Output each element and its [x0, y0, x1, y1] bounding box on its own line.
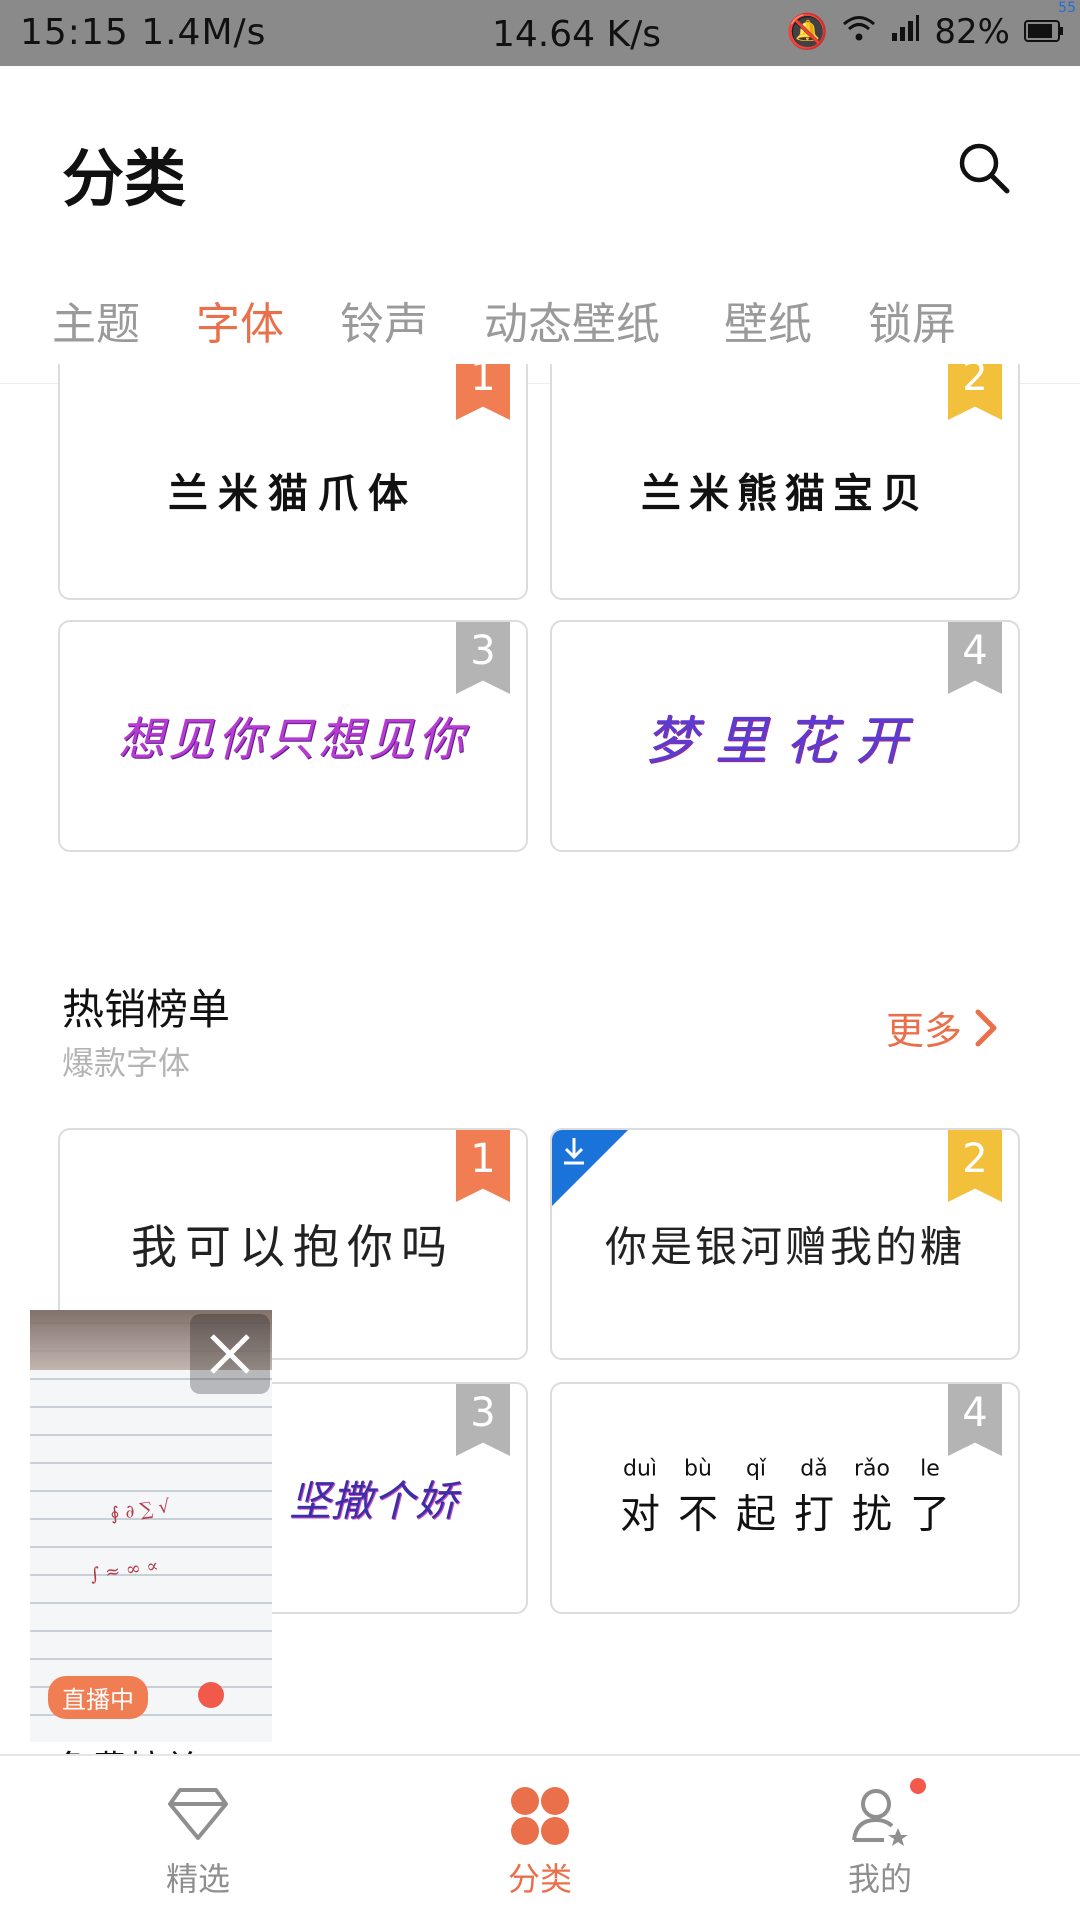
- mute-icon: 🔕: [786, 12, 829, 52]
- clover-grid-icon: [511, 1787, 569, 1845]
- nav-label: 分类: [507, 1860, 572, 1898]
- notification-dot: [910, 1778, 926, 1794]
- rank-badge: 4: [948, 1384, 1002, 1456]
- tab-wallpaper[interactable]: 壁纸: [724, 288, 812, 352]
- nav-label: 我的: [847, 1860, 912, 1898]
- status-corner-label: 55: [1058, 0, 1076, 16]
- tab-font[interactable]: 字体: [196, 288, 284, 352]
- wifi-icon: [842, 12, 876, 52]
- next-section-title: 免费榜单: [56, 1740, 200, 1754]
- status-network-speed: 14.64 K/s: [492, 14, 661, 55]
- tab-live-wallpaper[interactable]: 动态壁纸: [484, 288, 660, 352]
- rank-badge: 2: [948, 1130, 1002, 1202]
- more-button[interactable]: 更多: [886, 1000, 1000, 1055]
- battery-icon: [1024, 12, 1064, 52]
- nav-item-category[interactable]: 分类: [440, 1756, 640, 1920]
- nav-item-featured[interactable]: 精选: [98, 1756, 298, 1920]
- status-time-speed: 15:15 1.4M/s: [20, 12, 267, 53]
- rank-badge: 1: [456, 364, 510, 420]
- chevron-right-icon: [975, 1009, 997, 1046]
- font-preview-text: duì 对 bù 不 qǐ 起 dǎ 打 rǎo 扰 le 了: [552, 1457, 1018, 1540]
- status-right-cluster: 🔕 82%: [786, 12, 1064, 52]
- font-preview-text: 梦里花开: [644, 711, 925, 772]
- page-title: 分类: [62, 142, 187, 215]
- section-title: 热销榜单: [62, 985, 231, 1034]
- pinyin-char: qǐ 起: [736, 1456, 776, 1538]
- pinyin-char: duì 对: [620, 1456, 660, 1538]
- font-preview-text: 兰米熊猫宝贝: [641, 470, 929, 517]
- section-subtitle: 爆款字体: [62, 1044, 191, 1082]
- font-preview-text: 我可以抱你吗: [131, 1220, 455, 1274]
- close-button[interactable]: [190, 1314, 270, 1394]
- search-button[interactable]: [956, 140, 1012, 196]
- font-card[interactable]: 4 梦里花开: [550, 620, 1020, 852]
- pinyin-char: dǎ 打: [794, 1456, 834, 1538]
- live-badge: 直播中: [48, 1676, 148, 1719]
- tab-ringtone[interactable]: 铃声: [340, 288, 428, 352]
- nav-label: 精选: [165, 1860, 230, 1898]
- live-indicator-dot: [198, 1682, 224, 1708]
- font-card[interactable]: 1 兰米猫爪体: [58, 364, 528, 600]
- status-bar: 15:15 1.4M/s 14.64 K/s 🔕 82% 55: [0, 0, 1080, 66]
- font-card[interactable]: 4 duì 对 bù 不 qǐ 起 dǎ 打 rǎo 扰 le 了: [550, 1382, 1020, 1614]
- signal-icon: [890, 12, 920, 52]
- diamond-icon: [168, 1788, 228, 1840]
- font-card[interactable]: 2 兰米熊猫宝贝: [550, 364, 1020, 600]
- font-card[interactable]: 3 想见你只想见你: [58, 620, 528, 852]
- tab-theme[interactable]: 主题: [52, 288, 140, 352]
- font-card[interactable]: 2 你是银河赠我的糖: [550, 1128, 1020, 1360]
- search-icon: [959, 143, 1010, 194]
- pinyin-char: bù 不: [678, 1456, 718, 1538]
- header: 分类: [0, 66, 1080, 236]
- rank-badge: 1: [456, 1130, 510, 1202]
- battery-percent: 82%: [934, 12, 1010, 52]
- close-icon: [210, 1334, 250, 1374]
- pinyin-row: duì 对 bù 不 qǐ 起 dǎ 打 rǎo 扰 le 了: [552, 1457, 1018, 1540]
- nav-item-mine[interactable]: 我的: [780, 1756, 980, 1920]
- pinyin-char: le 了: [910, 1456, 950, 1538]
- download-icon: [564, 1138, 584, 1165]
- font-preview-text: 兰米猫爪体: [168, 470, 418, 517]
- pinyin-char: rǎo 扰: [852, 1456, 892, 1538]
- rank-badge: 3: [456, 1384, 510, 1456]
- rank-badge: 2: [948, 364, 1002, 420]
- more-label: 更多: [886, 1009, 963, 1053]
- font-preview-text: 想见你只想见你: [118, 712, 468, 766]
- floating-live-video[interactable]: ∮ ∂ ∑ √ ∫ ≈ ∞ ∝ 直播中: [30, 1310, 272, 1742]
- font-preview-text: 你是银河赠我的糖: [604, 1222, 965, 1272]
- rank-badge: 4: [948, 622, 1002, 694]
- rank-badge: 3: [456, 622, 510, 694]
- user-star-icon: [852, 1789, 908, 1846]
- tab-lockscreen[interactable]: 锁屏: [868, 288, 956, 352]
